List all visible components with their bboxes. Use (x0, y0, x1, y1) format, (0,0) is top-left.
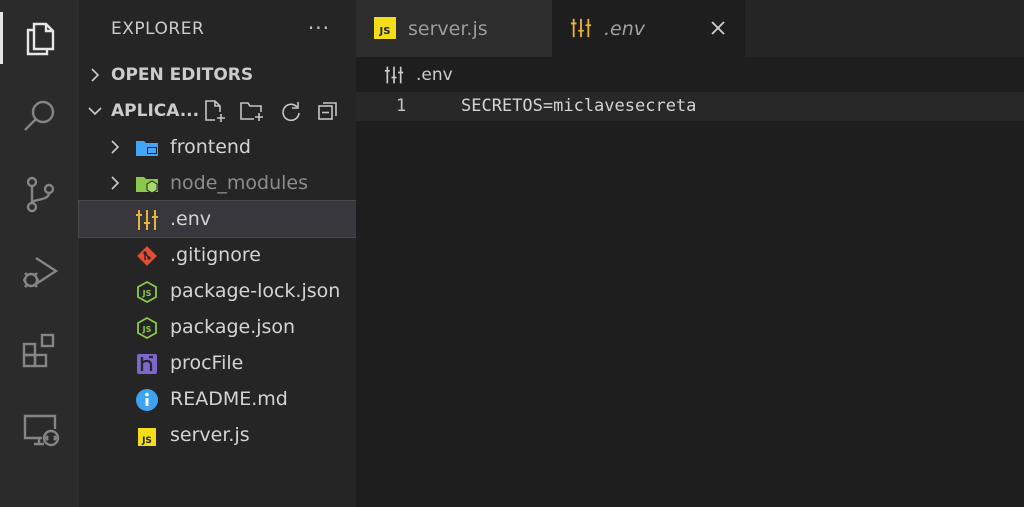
chevron-right-icon (91, 68, 100, 82)
tree-item-label: package-lock.json (170, 280, 341, 302)
tree-item-procfile[interactable]: procFile (79, 345, 356, 381)
env-settings-icon (384, 66, 404, 84)
remote-explorer-activity[interactable] (0, 398, 79, 458)
tree-item-label: package.json (170, 316, 296, 338)
run-debug-icon (22, 256, 58, 288)
tree-item-label: procFile (170, 352, 244, 374)
source-control-activity[interactable] (0, 164, 79, 224)
project-section[interactable]: APLICA... (79, 93, 356, 129)
extensions-icon (22, 333, 54, 368)
tab-server-js[interactable]: JS server.js (356, 0, 552, 57)
svg-text:JS: JS (142, 325, 152, 334)
git-icon (135, 244, 159, 268)
code-line[interactable]: 1 SECRETOS=miclavesecreta (356, 92, 1024, 121)
env-settings-icon (570, 18, 592, 38)
svg-text:JS: JS (141, 436, 152, 446)
javascript-icon: JS (374, 17, 396, 39)
info-icon (135, 388, 159, 412)
tab-env[interactable]: .env (552, 0, 745, 57)
search-icon (23, 100, 54, 131)
line-number: 1 (396, 96, 407, 116)
folder-node-icon (135, 172, 159, 196)
tree-item-env[interactable]: .env (78, 200, 357, 238)
run-debug-activity[interactable] (0, 242, 79, 302)
source-control-icon (26, 176, 54, 213)
explorer-title: EXPLORER (111, 18, 205, 39)
heroku-icon (135, 352, 159, 376)
tree-item-readme[interactable]: README.md (79, 381, 356, 417)
explorer-header: EXPLORER ··· (79, 0, 356, 57)
activity-bar (0, 0, 79, 507)
project-label: APLICA... (111, 101, 200, 121)
open-editors-label: OPEN EDITORS (111, 65, 254, 85)
search-activity[interactable] (0, 86, 79, 146)
tree-item-package-json[interactable]: JS package.json (79, 309, 356, 345)
tree-item-label: frontend (170, 136, 251, 158)
more-actions-icon[interactable]: ··· (308, 16, 330, 40)
chevron-down-icon (88, 107, 102, 116)
tab-label: server.js (408, 17, 488, 40)
tree-item-label: node_modules (170, 172, 309, 194)
editor-tabbar: JS server.js .env (356, 0, 1024, 57)
tree-item-gitignore[interactable]: .gitignore (79, 237, 356, 273)
js-badge: JS (379, 26, 391, 37)
project-actions (201, 93, 341, 129)
nodejs-icon: JS (135, 316, 159, 340)
folder-frontend-icon (135, 136, 159, 160)
refresh-icon[interactable] (277, 98, 303, 124)
code-editor[interactable]: 1 SECRETOS=miclavesecreta (356, 92, 1024, 507)
svg-text:JS: JS (142, 289, 152, 298)
tree-item-label: .gitignore (170, 244, 261, 266)
new-file-icon[interactable] (201, 98, 227, 124)
chevron-right-icon (111, 176, 120, 190)
tree-item-label: .env (170, 208, 212, 230)
collapse-all-icon[interactable] (315, 98, 341, 124)
new-folder-icon[interactable] (239, 98, 265, 124)
close-icon[interactable] (707, 17, 729, 39)
explorer-activity[interactable] (0, 8, 79, 68)
tree-item-node-modules[interactable]: node_modules (79, 165, 356, 201)
nodejs-icon: JS (135, 280, 159, 304)
tab-label: .env (604, 17, 646, 40)
explorer-sidebar: EXPLORER ··· OPEN EDITORS APLICA... fron… (78, 0, 357, 507)
javascript-icon: JS (135, 424, 159, 448)
remote-explorer-icon (23, 414, 59, 447)
tree-item-frontend[interactable]: frontend (79, 129, 356, 165)
chevron-right-icon (111, 140, 120, 154)
breadcrumb-item[interactable]: .env (416, 65, 453, 85)
files-icon (26, 22, 54, 56)
tree-item-server-js[interactable]: JS server.js (79, 417, 356, 453)
tree-item-label: server.js (170, 424, 250, 446)
extensions-activity[interactable] (0, 320, 79, 380)
tree-item-package-lock[interactable]: JS package-lock.json (79, 273, 356, 309)
env-settings-icon (135, 208, 159, 232)
line-code[interactable]: SECRETOS=miclavesecreta (461, 96, 696, 116)
open-editors-section[interactable]: OPEN EDITORS (79, 57, 356, 93)
breadcrumb: .env (356, 57, 1024, 92)
tree-item-label: README.md (170, 388, 288, 410)
